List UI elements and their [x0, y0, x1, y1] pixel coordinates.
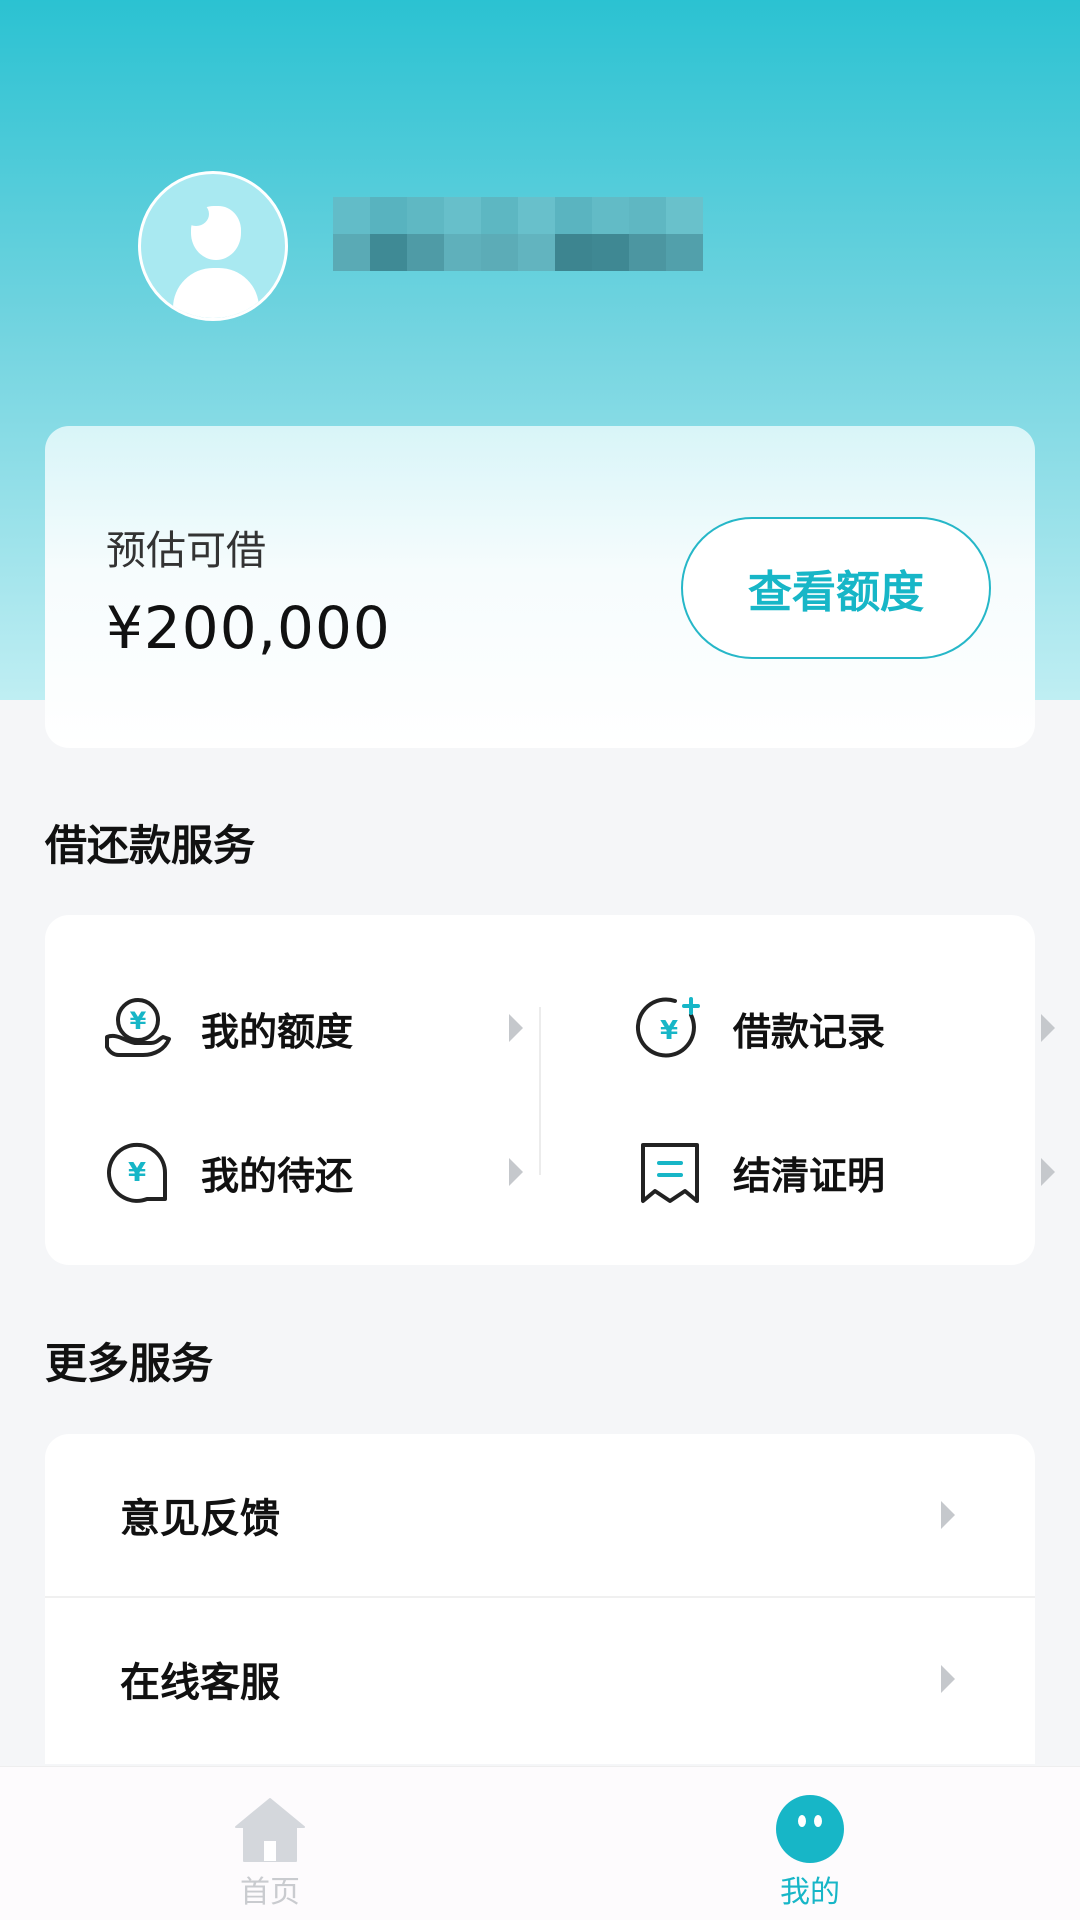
chevron-right-icon: [509, 1014, 523, 1042]
loan-services-title: 借还款服务: [45, 821, 256, 870]
home-icon: [234, 1795, 306, 1863]
vertical-divider: [539, 1007, 541, 1175]
svg-text:¥: ¥: [128, 1158, 146, 1188]
service-label: 结清证明: [733, 1153, 886, 1198]
list-item-label: 在线客服: [120, 1660, 280, 1706]
chevron-right-icon: [509, 1158, 523, 1186]
service-item-loan-records[interactable]: ¥ 借款记录: [635, 973, 1055, 1083]
yen-chat-bubble-icon: ¥: [103, 1137, 173, 1207]
chevron-right-icon: [941, 1665, 955, 1693]
username-pixelated: [333, 197, 703, 271]
list-item-label: 意见反馈: [120, 1496, 280, 1542]
loan-services-card: ¥ 我的额度 ¥ 借款记录 ¥ 我的待还 结清证明: [45, 915, 1055, 1265]
estimate-label: 预估可借: [106, 528, 266, 574]
avatar-body-shape: [173, 268, 259, 318]
smiley-icon: [774, 1795, 846, 1863]
service-item-pending-repayment[interactable]: ¥ 我的待还: [103, 1117, 523, 1227]
receipt-icon: [635, 1137, 705, 1207]
more-services-card: 意见反馈 在线客服: [45, 1434, 1035, 1764]
service-label: 我的待还: [201, 1153, 354, 1198]
hand-yen-icon: ¥: [103, 993, 173, 1063]
more-services-title: 更多服务: [45, 1339, 214, 1388]
tab-home[interactable]: 首页: [0, 1767, 540, 1920]
avatar[interactable]: [138, 171, 288, 321]
service-item-settlement-certificate[interactable]: 结清证明: [635, 1117, 1055, 1227]
svg-text:¥: ¥: [130, 1007, 147, 1035]
tab-label: 我的: [780, 1875, 840, 1910]
chevron-right-icon: [1041, 1158, 1055, 1186]
check-limit-button[interactable]: 查看额度: [681, 517, 991, 659]
svg-text:¥: ¥: [660, 1016, 678, 1046]
list-item-feedback[interactable]: 意见反馈: [45, 1434, 1035, 1596]
service-label: 借款记录: [733, 1009, 886, 1054]
chevron-right-icon: [1041, 1014, 1055, 1042]
tab-mine[interactable]: 我的: [540, 1767, 1080, 1920]
estimate-card: 预估可借 ¥200,000 查看额度: [45, 426, 1035, 748]
tab-label: 首页: [240, 1875, 300, 1910]
service-item-my-limit[interactable]: ¥ 我的额度: [103, 973, 523, 1083]
list-item-online-service[interactable]: 在线客服: [45, 1598, 1035, 1760]
service-label: 我的额度: [201, 1009, 354, 1054]
estimate-amount: ¥200,000: [106, 594, 391, 662]
yen-plus-circle-icon: ¥: [635, 993, 705, 1063]
bottom-nav: 首页 我的: [0, 1766, 1080, 1920]
chevron-right-icon: [941, 1501, 955, 1529]
